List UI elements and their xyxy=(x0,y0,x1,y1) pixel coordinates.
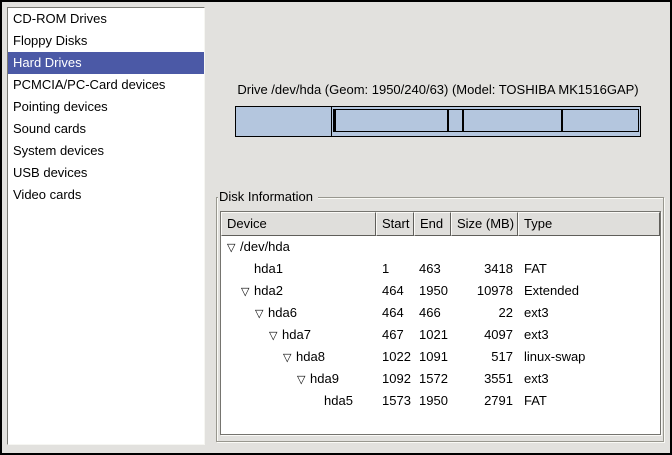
sidebar-item-pcmcia-pc-card-devices[interactable]: PCMCIA/PC-Card devices xyxy=(8,74,204,96)
end-cell: 466 xyxy=(414,302,451,324)
partition-segment-hda7 xyxy=(335,109,449,132)
end-cell: 1950 xyxy=(414,390,451,412)
disk-table-row-hda2[interactable]: ▽hda2 464195010978Extended xyxy=(221,280,660,302)
device-label: /dev/hda xyxy=(240,239,290,254)
type-cell: ext3 xyxy=(518,302,660,324)
start-cell xyxy=(376,236,414,258)
size-cell: 3418 xyxy=(451,258,518,280)
disk-table-body: ▽/dev/hdahda114633418FAT▽hda246419501097… xyxy=(221,236,660,412)
partition-segment-hda5 xyxy=(562,109,639,132)
partition-bar xyxy=(235,106,641,137)
type-cell: FAT xyxy=(518,258,660,280)
column-header-size[interactable]: Size (MB) xyxy=(451,212,518,236)
start-cell: 1 xyxy=(376,258,414,280)
expander-icon[interactable]: ▽ xyxy=(269,325,282,346)
size-cell xyxy=(451,236,518,258)
device-label: hda2 xyxy=(254,283,283,298)
expander-icon[interactable]: ▽ xyxy=(297,369,310,390)
sidebar-item-floppy-disks[interactable]: Floppy Disks xyxy=(8,30,204,52)
end-cell xyxy=(414,236,451,258)
start-cell: 464 xyxy=(376,280,414,302)
type-cell xyxy=(518,236,660,258)
partition-segment-hda9 xyxy=(463,109,562,132)
type-cell: ext3 xyxy=(518,368,660,390)
disk-table-row-hda8[interactable]: ▽hda8 10221091517linux-swap xyxy=(221,346,660,368)
disk-table-row-hda1[interactable]: hda1 14633418FAT xyxy=(221,258,660,280)
start-cell: 1022 xyxy=(376,346,414,368)
end-cell: 1572 xyxy=(414,368,451,390)
column-header-device[interactable]: Device xyxy=(221,212,376,236)
type-cell: ext3 xyxy=(518,324,660,346)
sidebar-item-usb-devices[interactable]: USB devices xyxy=(8,162,204,184)
device-label: hda8 xyxy=(296,349,325,364)
type-cell: linux-swap xyxy=(518,346,660,368)
end-cell: 1091 xyxy=(414,346,451,368)
sidebar-item-sound-cards[interactable]: Sound cards xyxy=(8,118,204,140)
expander-icon[interactable]: ▽ xyxy=(283,347,296,368)
sidebar-item-cd-rom-drives[interactable]: CD-ROM Drives xyxy=(8,8,204,30)
type-cell: FAT xyxy=(518,390,660,412)
sidebar-item-system-devices[interactable]: System devices xyxy=(8,140,204,162)
sidebar-item-pointing-devices[interactable]: Pointing devices xyxy=(8,96,204,118)
start-cell: 1092 xyxy=(376,368,414,390)
disk-table-row-hda9[interactable]: ▽hda9 109215723551ext3 xyxy=(221,368,660,390)
device-label: hda1 xyxy=(254,261,283,276)
column-header-end[interactable]: End xyxy=(414,212,451,236)
size-cell: 10978 xyxy=(451,280,518,302)
expander-icon[interactable]: ▽ xyxy=(227,237,240,258)
device-label: hda5 xyxy=(324,393,353,408)
sidebar-item-video-cards[interactable]: Video cards xyxy=(8,184,204,206)
start-cell: 464 xyxy=(376,302,414,324)
extended-partition-region xyxy=(332,107,640,136)
disk-table: Device Start End Size (MB) Type ▽/dev/hd… xyxy=(220,211,661,435)
expander-icon[interactable]: ▽ xyxy=(241,281,254,302)
hardware-browser-window: { "colors": { "window_bg": "#e2e1de", "s… xyxy=(0,0,672,455)
partition-segment-hda8 xyxy=(448,109,462,132)
size-cell: 4097 xyxy=(451,324,518,346)
device-label: hda6 xyxy=(268,305,297,320)
end-cell: 1021 xyxy=(414,324,451,346)
disk-table-row-hda7[interactable]: ▽hda7 46710214097ext3 xyxy=(221,324,660,346)
sidebar-item-hard-drives[interactable]: Hard Drives xyxy=(8,52,204,74)
disk-table-row-hda6[interactable]: ▽hda6 46446622ext3 xyxy=(221,302,660,324)
size-cell: 22 xyxy=(451,302,518,324)
start-cell: 467 xyxy=(376,324,414,346)
device-label: hda9 xyxy=(310,371,339,386)
size-cell: 517 xyxy=(451,346,518,368)
disk-information-frame-label: Disk Information xyxy=(218,189,318,205)
device-label: hda7 xyxy=(282,327,311,342)
disk-table-row-hda5[interactable]: hda5 157319502791FAT xyxy=(221,390,660,412)
partition-segment-hda1 xyxy=(236,107,332,136)
drive-title: Drive /dev/hda (Geom: 1950/240/63) (Mode… xyxy=(235,82,641,98)
start-cell: 1573 xyxy=(376,390,414,412)
disk-table-row--dev-hda[interactable]: ▽/dev/hda xyxy=(221,236,660,258)
disk-table-header: Device Start End Size (MB) Type xyxy=(221,212,660,236)
device-category-list[interactable]: CD-ROM DrivesFloppy DisksHard DrivesPCMC… xyxy=(7,7,205,445)
size-cell: 2791 xyxy=(451,390,518,412)
column-header-type[interactable]: Type xyxy=(518,212,660,236)
expander-icon[interactable]: ▽ xyxy=(255,303,268,324)
end-cell: 1950 xyxy=(414,280,451,302)
size-cell: 3551 xyxy=(451,368,518,390)
type-cell: Extended xyxy=(518,280,660,302)
disk-information-frame: Disk Information Device Start End Size (… xyxy=(216,197,664,442)
end-cell: 463 xyxy=(414,258,451,280)
column-header-start[interactable]: Start xyxy=(376,212,414,236)
